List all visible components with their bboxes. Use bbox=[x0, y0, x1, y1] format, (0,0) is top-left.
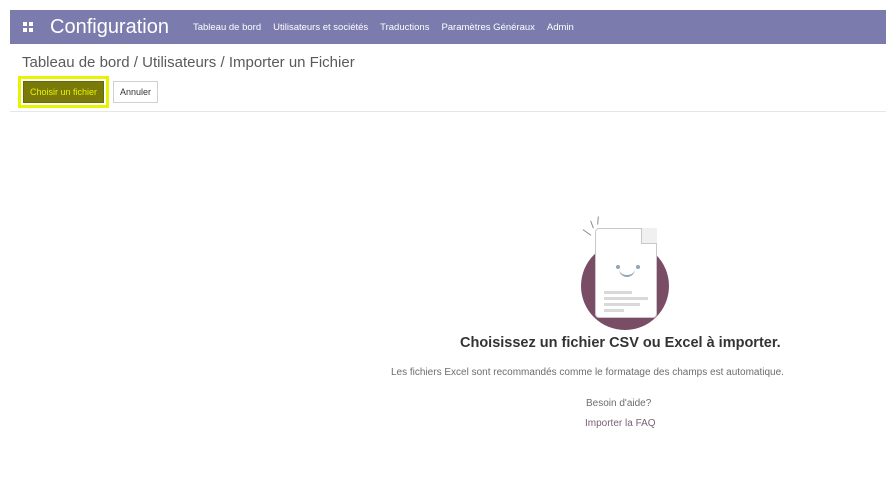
document-line bbox=[604, 291, 632, 294]
spark-line bbox=[582, 229, 592, 236]
cancel-button[interactable]: Annuler bbox=[113, 81, 159, 103]
spark-line bbox=[590, 220, 594, 229]
empty-state-title: Choisissez un fichier CSV ou Excel à imp… bbox=[460, 335, 781, 351]
menu-item-admin[interactable]: Admin bbox=[547, 22, 574, 33]
menu-item-traductions[interactable]: Traductions bbox=[380, 22, 429, 33]
import-empty-state bbox=[10, 112, 886, 491]
app-brand[interactable]: Configuration bbox=[50, 16, 169, 39]
breadcrumb-separator: / bbox=[133, 54, 138, 71]
illustration-document bbox=[595, 228, 657, 318]
faq-link[interactable]: Importer la FAQ bbox=[585, 418, 656, 429]
control-panel-actions: Choisir un fichier Annuler bbox=[18, 76, 159, 108]
choose-file-button[interactable]: Choisir un fichier bbox=[23, 81, 105, 103]
breadcrumb: Tableau de bord / Utilisateurs / Importe… bbox=[22, 54, 355, 71]
menu-item-tableau-de-bord[interactable]: Tableau de bord bbox=[193, 22, 261, 33]
document-line bbox=[604, 303, 640, 306]
document-fold bbox=[641, 228, 657, 244]
breadcrumb-separator: / bbox=[220, 54, 225, 71]
empty-state-subtitle: Les fichiers Excel sont recommandés comm… bbox=[391, 367, 784, 378]
breadcrumb-utilisateurs[interactable]: Utilisateurs bbox=[142, 54, 216, 71]
eye-right bbox=[636, 265, 640, 269]
smile bbox=[619, 269, 635, 277]
document-line bbox=[604, 309, 624, 312]
document-smiley-icon bbox=[578, 216, 678, 330]
breadcrumb-tableau-de-bord[interactable]: Tableau de bord bbox=[22, 54, 130, 71]
document-line bbox=[604, 297, 648, 300]
apps-menu-icon[interactable] bbox=[10, 10, 46, 44]
main-menu: Tableau de bord Utilisateurs et sociétés… bbox=[193, 22, 586, 33]
breadcrumb-current: Importer un Fichier bbox=[228, 54, 355, 71]
menu-item-parametres-generaux[interactable]: Paramètres Généraux bbox=[441, 22, 534, 33]
top-navbar: Configuration Tableau de bord Utilisateu… bbox=[10, 10, 886, 44]
menu-item-utilisateurs-et-societes[interactable]: Utilisateurs et sociétés bbox=[273, 22, 368, 33]
spark-line bbox=[597, 216, 599, 225]
help-text: Besoin d'aide? bbox=[586, 398, 652, 409]
highlight-box: Choisir un fichier bbox=[18, 76, 110, 108]
